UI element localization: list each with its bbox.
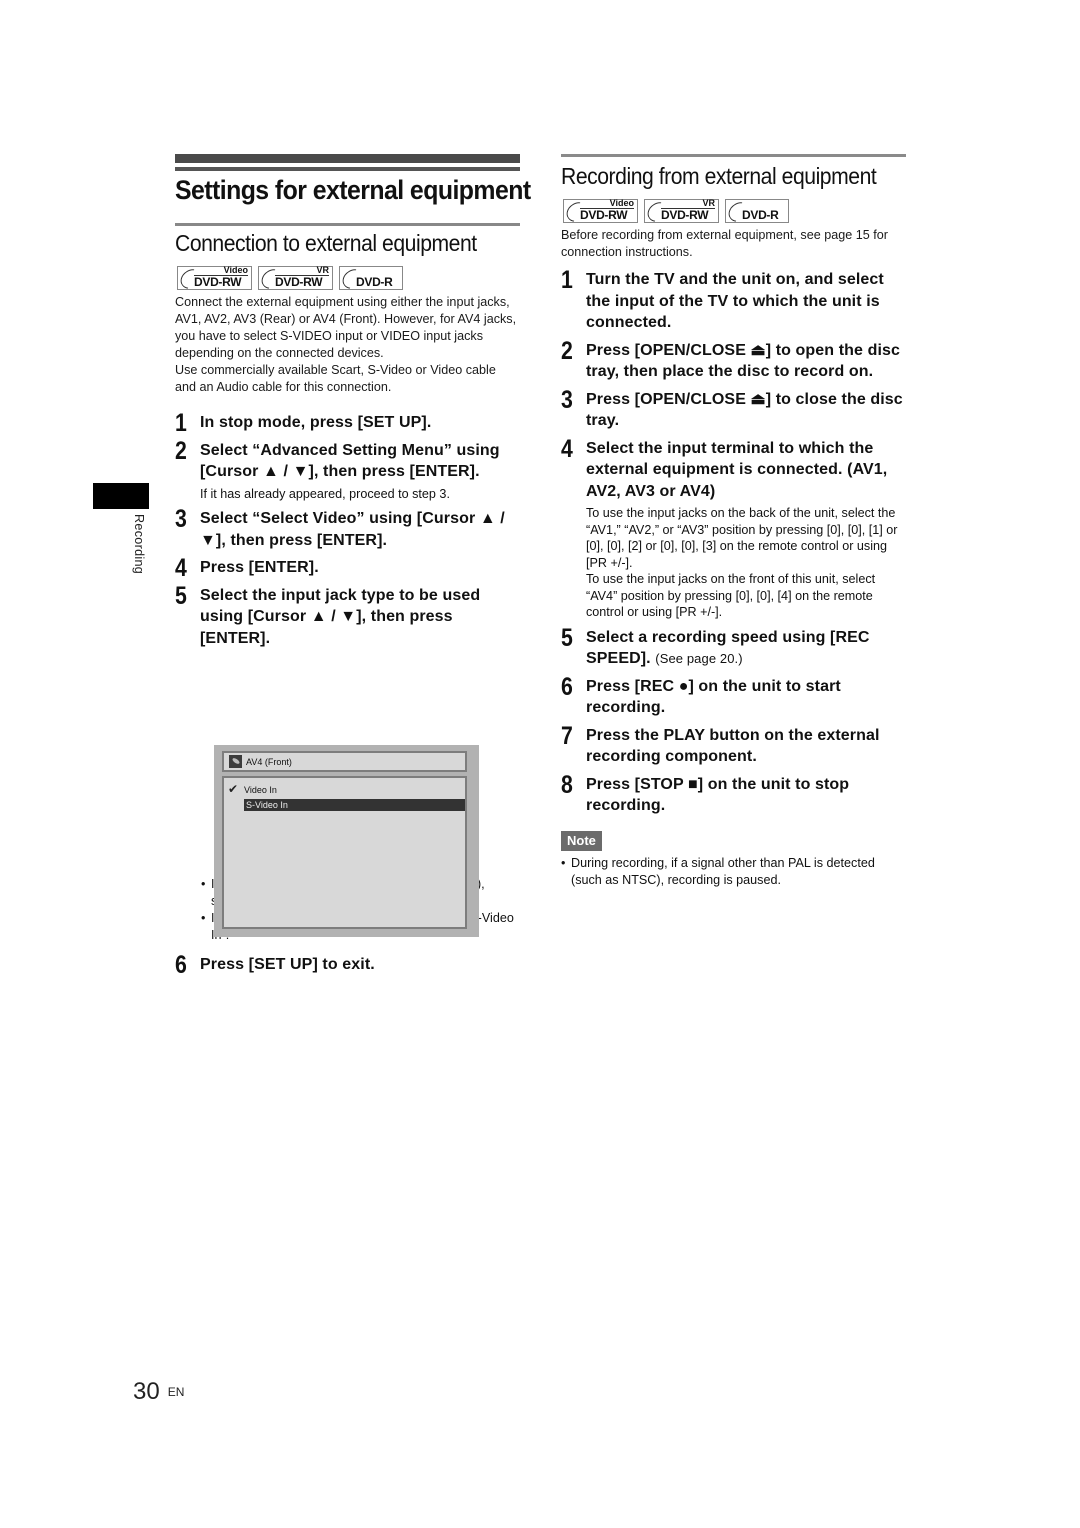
badge-dvd-r: DVD-R xyxy=(338,265,403,293)
section-title-connection: Connection to external equipment xyxy=(175,230,477,256)
title-bar xyxy=(175,154,520,163)
step: 3 Press [OPEN/CLOSE ⏏] to close the disc … xyxy=(561,385,903,430)
checkmark-icon: ✔ xyxy=(228,782,239,796)
title-rule xyxy=(175,167,520,171)
osd-option-video-in[interactable]: Video In xyxy=(244,784,277,796)
osd-header: AV4 (Front) xyxy=(222,751,467,772)
step: 5 Select the input jack type to be used u… xyxy=(175,581,481,647)
step: 6 Press [REC ●] on the unit to start reco… xyxy=(561,672,841,717)
badge-dvd-rw-video: Video DVD-RW xyxy=(176,265,252,293)
step: 1 Turn the TV and the unit on, and select… xyxy=(561,266,884,331)
section-title-recording: Recording from external equipment xyxy=(561,163,877,189)
step: 2 Press [OPEN/CLOSE ⏏] to open the disc t… xyxy=(561,336,900,381)
section-rule xyxy=(561,154,906,157)
note-list: During recording, if a signal other than… xyxy=(561,855,906,889)
page-number: 30 xyxy=(133,1378,160,1405)
side-section-label: Recording xyxy=(132,514,146,575)
recording-intro: Before recording from external equipment… xyxy=(561,228,888,259)
badge-dvd-rw-vr: VR DVD-RW xyxy=(643,198,719,226)
step: 8 Press [STOP ■] on the unit to stop reco… xyxy=(561,770,850,815)
osd-screen: AV4 (Front) ✔ Video In S-Video In xyxy=(214,745,479,937)
step: 4 Press [ENTER]. xyxy=(175,554,319,582)
side-section-tab xyxy=(93,483,149,509)
step: 1 In stop mode, press [SET UP]. xyxy=(175,409,432,437)
osd-menu: ✔ Video In S-Video In xyxy=(222,776,467,929)
disc-badges: Video DVD-RW VR DVD-RW DVD-R xyxy=(176,265,520,293)
step: 5 Select a recording speed using [REC SPE… xyxy=(561,623,870,668)
badge-dvd-rw-vr: VR DVD-RW xyxy=(257,265,333,293)
disc-badges: Video DVD-RW VR DVD-RW DVD-R xyxy=(562,198,906,226)
step: 7 Press the PLAY button on the external r… xyxy=(561,721,880,766)
input-source-icon xyxy=(229,755,242,768)
page-footer: 30 EN xyxy=(133,1378,184,1406)
step: 3 Select “Select Video” using [Cursor ▲ /… xyxy=(175,505,505,549)
recording-steps: 1 Turn the TV and the unit on, and select… xyxy=(561,266,906,817)
step: 2 Select “Advanced Setting Menu” using [C… xyxy=(175,436,500,501)
step: 4 Select the input terminal to which the … xyxy=(561,434,898,620)
right-column: Recording from external equipment Video D… xyxy=(561,154,906,889)
osd-option-s-video-in[interactable]: S-Video In xyxy=(244,799,465,811)
page-title: Settings for external equipment xyxy=(175,175,531,205)
note-badge: Note xyxy=(561,830,602,851)
step: 6 Press [SET UP] to exit. xyxy=(175,951,375,979)
connection-intro: Connect the external equipment using eit… xyxy=(175,295,517,394)
badge-dvd-r: DVD-R xyxy=(724,198,789,226)
section-rule xyxy=(175,223,520,226)
language-code: EN xyxy=(167,1385,185,1399)
badge-dvd-rw-video: Video DVD-RW xyxy=(562,198,638,226)
connection-steps: 1 In stop mode, press [SET UP]. 2 Select “… xyxy=(175,409,520,649)
